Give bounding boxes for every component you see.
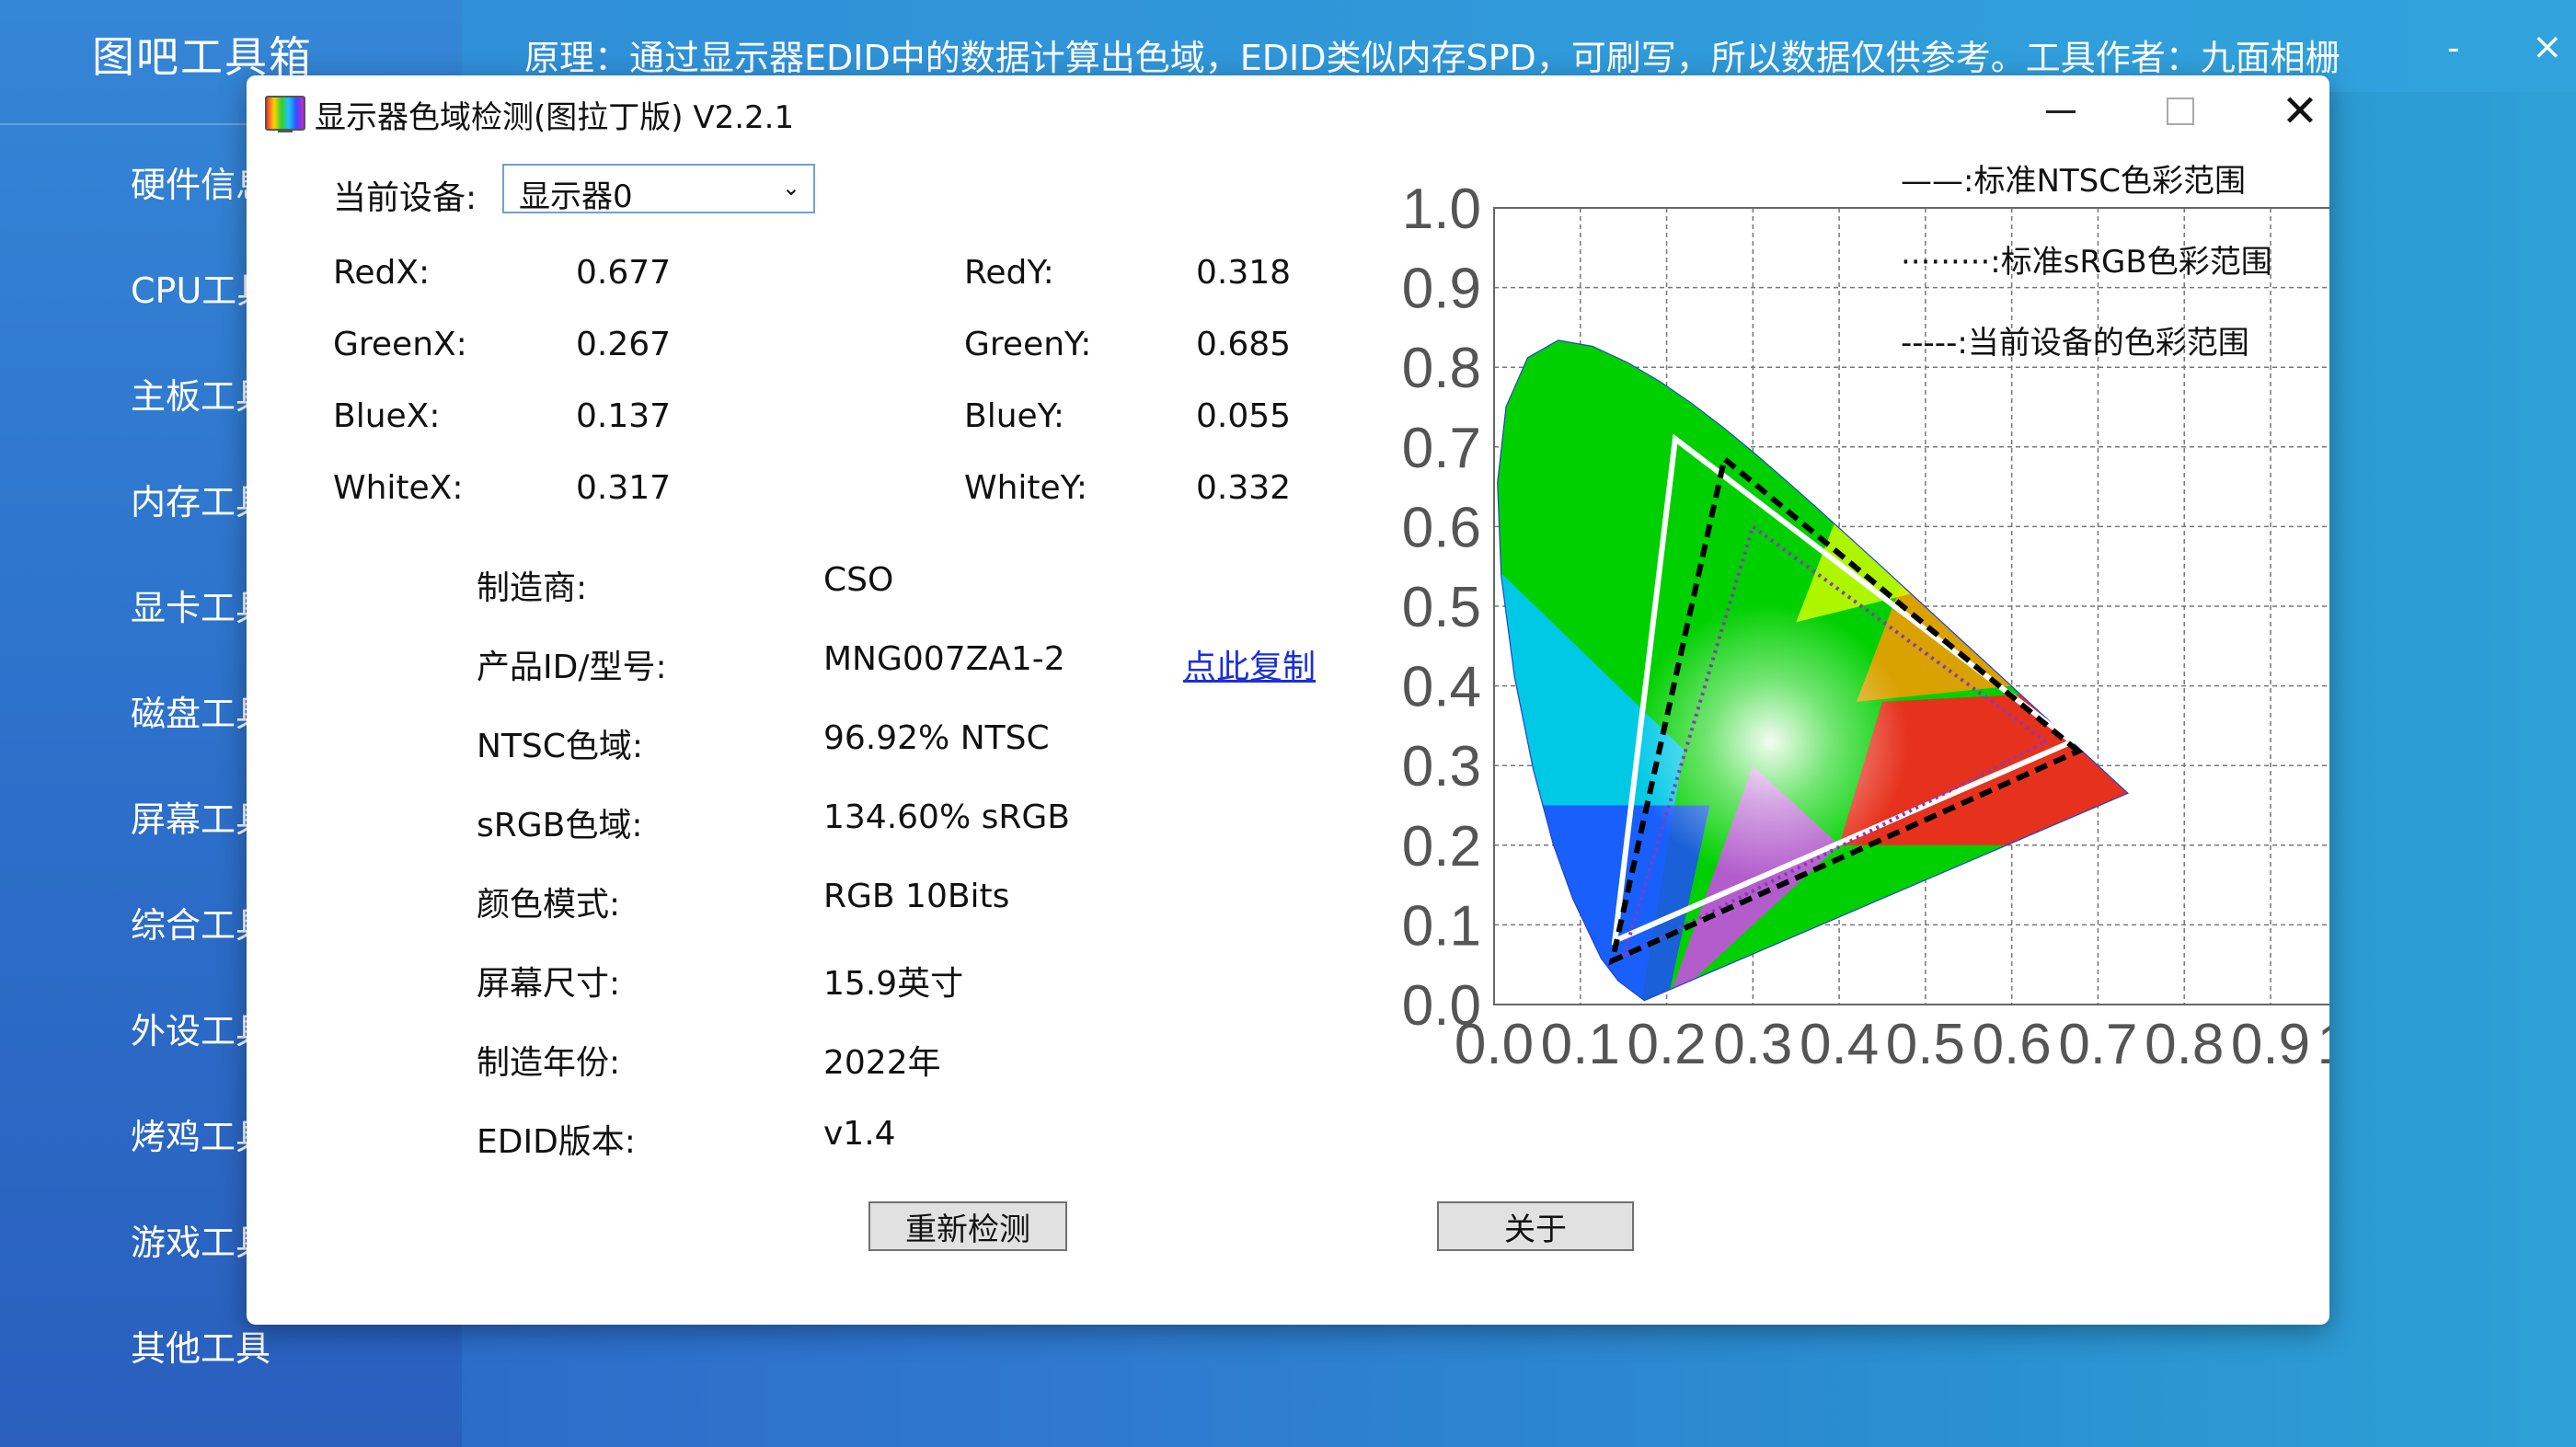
- x-tick-label: 0.5: [1886, 1013, 1965, 1076]
- spectral-locus: [1497, 339, 2130, 1002]
- ntsc-label: NTSC色域:: [477, 728, 644, 765]
- y-tick-label: 0.5: [1402, 576, 1481, 639]
- legend-item-dashed: -----:当前设备的色彩范围: [1901, 325, 2249, 362]
- blue-x-value: 0.137: [576, 397, 672, 435]
- blue-y-value: 0.055: [1196, 397, 1292, 435]
- x-tick-label: 0.2: [1627, 1013, 1706, 1076]
- copy-product-link[interactable]: 点此复制: [1183, 640, 1316, 688]
- red-x-label: RedX:: [333, 254, 431, 292]
- y-tick-label: 0.2: [1402, 815, 1481, 879]
- white-x-label: WhiteX:: [333, 469, 464, 507]
- green-y-label: GreenY:: [964, 326, 1092, 363]
- chevron-down-icon: ⌄: [781, 175, 800, 201]
- principle-notice: 原理：通过显示器EDID中的数据计算出色域，EDID类似内存SPD，可刷写，所以…: [524, 38, 2340, 78]
- y-tick-label: 1.0: [1402, 178, 1481, 241]
- y-tick-label: 0.3: [1402, 735, 1481, 798]
- product-value: MNG007ZA1-2: [823, 640, 1065, 678]
- legend-item-dotted: ·········:标准sRGB色彩范围: [1901, 244, 2272, 281]
- sidebar-item-other-tools[interactable]: 其他工具: [131, 1320, 270, 1371]
- green-x-value: 0.267: [576, 326, 672, 363]
- year-label: 制造年份:: [477, 1044, 621, 1082]
- blue-x-label: BlueX:: [333, 397, 441, 435]
- monitor-icon: [265, 96, 305, 132]
- y-tick-label: 0.1: [1402, 894, 1481, 958]
- year-value: 2022年: [823, 1044, 941, 1082]
- screen-size-value: 15.9英寸: [823, 965, 964, 1003]
- x-tick-label: 0.1: [1541, 1013, 1620, 1076]
- device-select-value: 显示器0: [519, 178, 633, 215]
- ntsc-value: 96.92% NTSC: [823, 719, 1050, 757]
- color-mode-value: RGB 10Bits: [823, 878, 1010, 915]
- red-y-label: RedY:: [964, 254, 1054, 292]
- y-tick-label: 0.9: [1402, 258, 1481, 321]
- app-minimize-button[interactable]: -: [2447, 28, 2460, 68]
- white-y-value: 0.332: [1196, 469, 1292, 507]
- app-close-button[interactable]: ×: [2532, 26, 2563, 68]
- y-tick-label: 0.7: [1402, 417, 1481, 480]
- srgb-label: sRGB色域:: [477, 807, 643, 844]
- green-y-value: 0.685: [1196, 326, 1292, 363]
- legend-item-solid: ——:标准NTSC色彩范围: [1901, 163, 2246, 200]
- manufacturer-label: 制造商:: [477, 569, 588, 607]
- x-tick-label: 1.0: [2317, 1013, 2329, 1076]
- dialog-title: 显示器色域检测(图拉丁版) V2.2.1: [315, 99, 795, 136]
- y-tick-label: 0.8: [1402, 337, 1481, 400]
- y-tick-label: 0.6: [1402, 496, 1481, 559]
- x-tick-label: 0.8: [2145, 1013, 2224, 1076]
- product-label: 产品ID/型号:: [477, 649, 667, 686]
- x-tick-label: 0.3: [1713, 1013, 1792, 1076]
- x-tick-label: 0.4: [1800, 1013, 1879, 1076]
- recheck-button[interactable]: 重新检测: [868, 1201, 1067, 1251]
- y-tick-label: 0.4: [1402, 656, 1481, 719]
- x-tick-label: 0.0: [1455, 1013, 1534, 1076]
- red-x-value: 0.677: [576, 254, 672, 292]
- edid-value: v1.4: [823, 1115, 896, 1153]
- red-y-value: 0.318: [1196, 254, 1292, 292]
- x-tick-label: 0.9: [2231, 1013, 2310, 1076]
- edid-label: EDID版本:: [477, 1123, 636, 1161]
- blue-y-label: BlueY:: [964, 397, 1065, 435]
- white-y-label: WhiteY:: [964, 469, 1088, 507]
- x-tick-label: 0.6: [1972, 1013, 2052, 1076]
- color-mode-label: 颜色模式:: [477, 886, 621, 924]
- x-tick-label: 0.7: [2058, 1013, 2137, 1076]
- device-label: 当前设备:: [333, 179, 477, 217]
- srgb-value: 134.60% sRGB: [823, 798, 1070, 836]
- manufacturer-value: CSO: [823, 561, 894, 599]
- chart-legend: ——:标准NTSC色彩范围 ·········:标准sRGB色彩范围 -----:当…: [1901, 163, 2272, 362]
- device-select[interactable]: 显示器0 ⌄: [502, 164, 815, 215]
- locus-fill: [1497, 339, 2128, 1001]
- screen-size-label: 屏幕尺寸:: [477, 965, 621, 1003]
- gamut-dialog: 显示器色域检测(图拉丁版) V2.2.1 ✕ 当前设备: 显示器0 ⌄ RedX…: [247, 75, 2329, 1325]
- white-x-value: 0.317: [576, 469, 672, 507]
- about-button[interactable]: 关于: [1437, 1201, 1634, 1251]
- cie-chromaticity-chart: 0.00.10.20.30.40.50.60.70.80.91.00.0 0.1 0…: [1402, 163, 2329, 1076]
- green-x-label: GreenX:: [333, 326, 467, 363]
